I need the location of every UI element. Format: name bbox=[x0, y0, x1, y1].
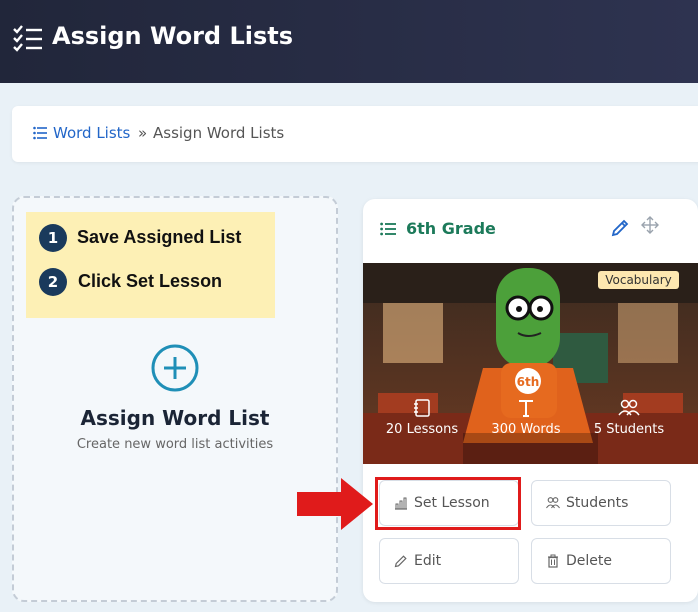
breadcrumb-current: Assign Word Lists bbox=[153, 124, 285, 142]
move-icon[interactable] bbox=[640, 215, 660, 235]
users-icon bbox=[618, 399, 640, 416]
stat-words-label: 300 Words bbox=[491, 422, 561, 437]
pencil-icon bbox=[394, 555, 407, 568]
stat-lessons-label: 20 Lessons bbox=[385, 422, 459, 437]
users-icon bbox=[546, 497, 560, 509]
list-icon bbox=[33, 126, 47, 140]
red-arrow-icon bbox=[297, 478, 373, 530]
svg-text:6th: 6th bbox=[517, 375, 540, 389]
stat-students-label: 5 Students bbox=[593, 422, 665, 437]
text-icon bbox=[519, 400, 533, 417]
students-button[interactable]: Students bbox=[531, 480, 671, 526]
app-header: Assign Word Lists bbox=[0, 0, 698, 83]
step-number-1: 1 bbox=[39, 224, 67, 252]
vocabulary-badge: Vocabulary bbox=[598, 271, 679, 289]
breadcrumb-separator: » bbox=[138, 124, 148, 142]
list-icon bbox=[380, 222, 396, 236]
assign-word-list-title: Assign Word List bbox=[80, 406, 270, 430]
edit-label: Edit bbox=[414, 553, 442, 569]
card-title: 6th Grade bbox=[406, 219, 496, 238]
stat-students: 5 Students bbox=[593, 398, 665, 437]
students-label: Students bbox=[566, 495, 629, 511]
step-text-1: Save Assigned List bbox=[77, 227, 242, 247]
step-text-2: Click Set Lesson bbox=[78, 271, 223, 291]
delete-label: Delete bbox=[566, 553, 612, 569]
page-title: Assign Word Lists bbox=[52, 22, 294, 50]
stat-lessons: 20 Lessons bbox=[383, 398, 461, 437]
breadcrumb-link-word-lists[interactable]: Word Lists bbox=[53, 124, 130, 142]
delete-button[interactable]: Delete bbox=[531, 538, 671, 584]
edit-button[interactable]: Edit bbox=[379, 538, 519, 584]
set-lesson-highlight bbox=[375, 477, 521, 530]
trash-icon bbox=[548, 554, 558, 568]
pencil-icon[interactable] bbox=[610, 218, 630, 238]
step-number-2: 2 bbox=[39, 268, 67, 296]
add-circle-icon[interactable] bbox=[150, 343, 200, 393]
assign-word-list-subtitle: Create new word list activities bbox=[76, 437, 274, 452]
checklist-icon bbox=[13, 25, 42, 52]
stat-words: 300 Words bbox=[488, 398, 564, 437]
breadcrumb: Word Lists » Assign Word Lists bbox=[12, 106, 698, 162]
notebook-icon bbox=[414, 399, 430, 417]
instructions-box: 1 Save Assigned List 2 Click Set Lesson bbox=[26, 212, 275, 318]
